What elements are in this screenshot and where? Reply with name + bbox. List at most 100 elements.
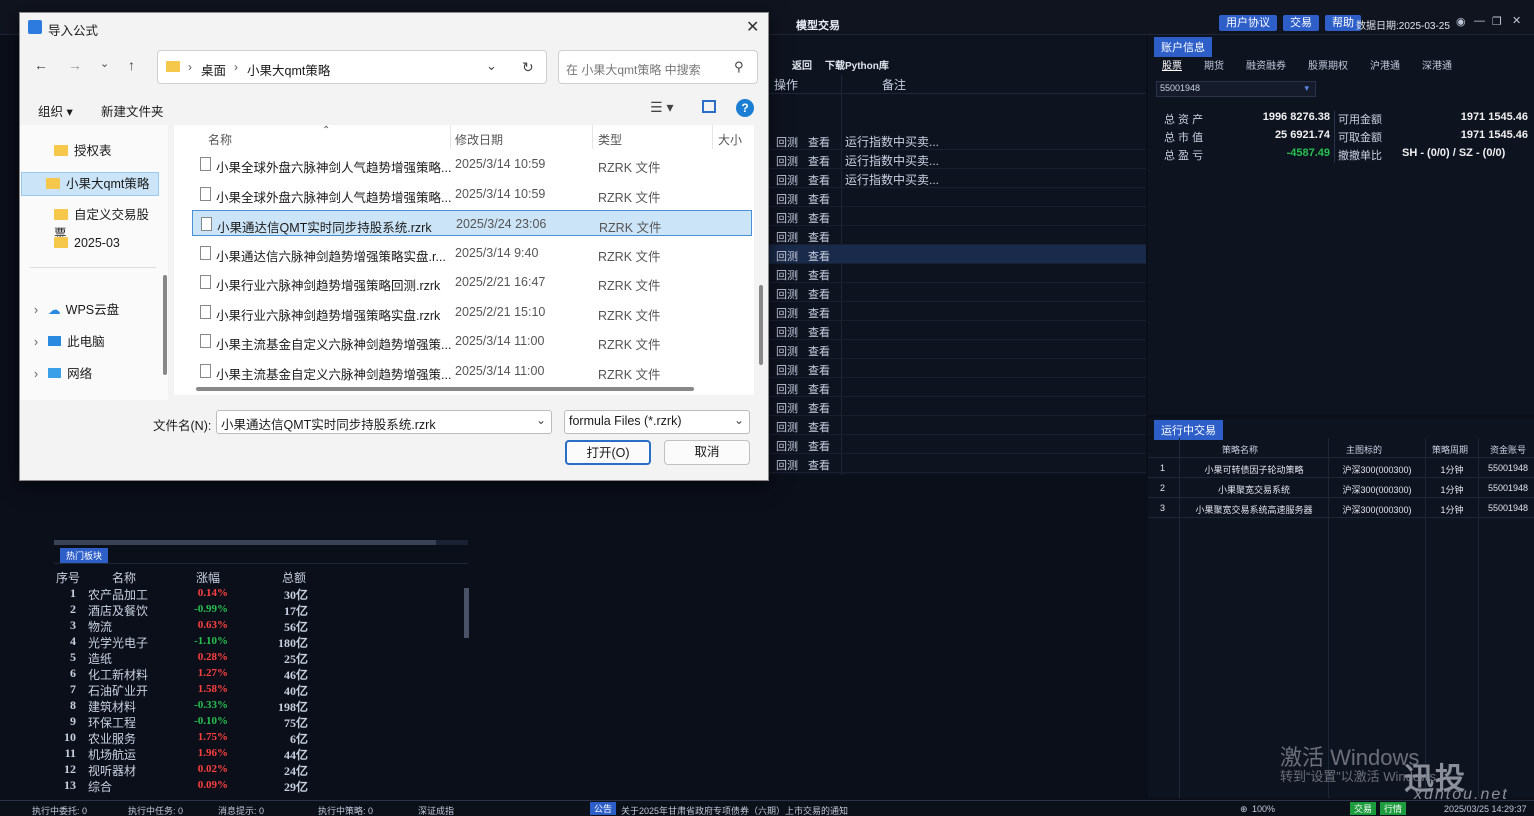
view-link[interactable]: 查看 bbox=[808, 286, 830, 302]
address-bar[interactable]: › 桌面 › 小果大qmt策略 ⌄ ↻ bbox=[157, 50, 547, 84]
hot-sector-row[interactable]: 10 农业服务 1.75% 6亿 bbox=[56, 730, 316, 746]
backtest-link[interactable]: 回测 bbox=[776, 324, 798, 340]
view-link[interactable]: 查看 bbox=[808, 438, 830, 454]
organize-menu[interactable]: 组织 ▾ bbox=[38, 101, 73, 120]
view-link[interactable]: 查看 bbox=[808, 343, 830, 359]
nav-this-pc[interactable]: › 此电脑 bbox=[30, 331, 160, 355]
subtab-options[interactable]: 股票期权 bbox=[1308, 57, 1348, 72]
view-link[interactable]: 查看 bbox=[808, 457, 830, 473]
col-name[interactable]: 名称 bbox=[208, 131, 232, 148]
hot-sector-row[interactable]: 13 综合 0.09% 29亿 bbox=[56, 778, 316, 794]
nav-2025-03[interactable]: 2025-03 bbox=[30, 236, 160, 260]
hot-sector-row[interactable]: 7 石油矿业开 1.58% 40亿 bbox=[56, 682, 316, 698]
backtest-link[interactable]: 回测 bbox=[776, 419, 798, 435]
backtest-link[interactable]: 回测 bbox=[776, 362, 798, 378]
cancel-button[interactable]: 取消 bbox=[664, 440, 750, 465]
view-link[interactable]: 查看 bbox=[808, 400, 830, 416]
account-select[interactable]: 55001948 ▾ bbox=[1156, 81, 1316, 97]
filename-field[interactable]: 小果通达信QMT实时同步持股系统.rzrk ⌄ bbox=[216, 410, 552, 434]
forward-arrow-icon[interactable]: → bbox=[68, 57, 82, 73]
backtest-link[interactable]: 回测 bbox=[776, 438, 798, 454]
help-icon[interactable]: ? bbox=[736, 99, 754, 117]
hot-sectors-tab[interactable]: 热门板块 bbox=[60, 548, 109, 563]
notice-text[interactable]: 关于2025年甘肃省政府专项债券（六期）上市交易的通知 bbox=[621, 804, 848, 816]
back-button[interactable]: 返回 bbox=[792, 57, 812, 72]
status-orders[interactable]: 执行中委托: 0 bbox=[32, 804, 87, 816]
close-icon[interactable]: ✕ bbox=[746, 17, 759, 37]
view-link[interactable]: 查看 bbox=[808, 229, 830, 245]
preview-pane-icon[interactable] bbox=[702, 100, 716, 113]
running-row[interactable]: 3 小果聚宽交易系统高速服务器 沪深300(000300) 1分钟 55001948 bbox=[1148, 498, 1534, 518]
hot-sector-row[interactable]: 12 视听器材 0.02% 24亿 bbox=[56, 762, 316, 778]
backtest-link[interactable]: 回测 bbox=[776, 191, 798, 207]
hot-sector-row[interactable]: 1 农产品加工 0.14% 30亿 bbox=[56, 586, 316, 602]
vertical-scrollbar[interactable] bbox=[464, 588, 469, 638]
view-link[interactable]: 查看 bbox=[808, 305, 830, 321]
nav-scrollbar[interactable] bbox=[163, 275, 167, 375]
backtest-link[interactable]: 回测 bbox=[776, 153, 798, 169]
backtest-link[interactable]: 回测 bbox=[776, 229, 798, 245]
subtab-margin[interactable]: 融资融券 bbox=[1246, 57, 1286, 72]
subtab-futures[interactable]: 期货 bbox=[1204, 57, 1224, 72]
recent-dropdown-icon[interactable]: ⌄ bbox=[100, 57, 109, 70]
back-arrow-icon[interactable]: ← bbox=[34, 57, 48, 73]
nav-network[interactable]: › 网络 bbox=[30, 363, 160, 387]
hot-sector-row[interactable]: 3 物流 0.63% 56亿 bbox=[56, 618, 316, 634]
backtest-link[interactable]: 回测 bbox=[776, 343, 798, 359]
running-row[interactable]: 1 小果可转债因子轮动策略 沪深300(000300) 1分钟 55001948 bbox=[1148, 458, 1534, 478]
file-row[interactable]: 小果主流基金自定义六脉神剑趋势增强策... 2025/3/14 11:00 RZRK… bbox=[192, 358, 752, 384]
status-tasks[interactable]: 执行中任务: 0 bbox=[128, 804, 183, 816]
view-link[interactable]: 查看 bbox=[808, 134, 830, 150]
file-row[interactable]: 小果行业六脉神剑趋势增强策略实盘.rzrk 2025/2/21 15:10 RZRK… bbox=[192, 299, 752, 325]
backtest-link[interactable]: 回测 bbox=[776, 305, 798, 321]
hot-sector-row[interactable]: 5 造纸 0.28% 25亿 bbox=[56, 650, 316, 666]
nav-wps-cloud[interactable]: › ☁ WPS云盘 bbox=[30, 299, 160, 323]
minimize-icon[interactable]: — bbox=[1474, 15, 1485, 27]
view-link[interactable]: 查看 bbox=[808, 419, 830, 435]
running-row[interactable]: 2 小果聚宽交易系统 沪深300(000300) 1分钟 55001948 bbox=[1148, 478, 1534, 498]
file-row[interactable]: 小果行业六脉神剑趋势增强策略回测.rzrk 2025/2/21 16:47 RZRK… bbox=[192, 269, 752, 295]
view-menu-icon[interactable]: ☰ ▾ bbox=[650, 99, 673, 116]
user-agreement-button[interactable]: 用户协议 bbox=[1219, 15, 1277, 31]
view-link[interactable]: 查看 bbox=[808, 153, 830, 169]
view-link[interactable]: 查看 bbox=[808, 172, 830, 188]
restore-icon[interactable]: ❐ bbox=[1492, 15, 1502, 28]
backtest-link[interactable]: 回测 bbox=[776, 400, 798, 416]
hot-sector-row[interactable]: 4 光学光电子 -1.10% 180亿 bbox=[56, 634, 316, 650]
hot-sector-row[interactable]: 6 化工新材料 1.27% 46亿 bbox=[56, 666, 316, 682]
hot-sector-row[interactable]: 2 酒店及餐饮 -0.99% 17亿 bbox=[56, 602, 316, 618]
backtest-link[interactable]: 回测 bbox=[776, 267, 798, 283]
file-hscrollbar[interactable] bbox=[196, 387, 694, 391]
view-link[interactable]: 查看 bbox=[808, 362, 830, 378]
status-quote-button[interactable]: 行情 bbox=[1380, 802, 1407, 815]
subtab-stock[interactable]: 股票 bbox=[1162, 57, 1182, 72]
nav-custom-stocks[interactable]: 自定义交易股票 bbox=[30, 204, 160, 241]
search-box[interactable]: 在 小果大qmt策略 中搜索 ⚲ bbox=[558, 50, 758, 84]
open-button[interactable]: 打开(O) bbox=[565, 440, 651, 465]
up-arrow-icon[interactable]: ↑ bbox=[128, 57, 135, 73]
shirt-icon[interactable]: ◉ bbox=[1456, 15, 1466, 28]
zoom-icon[interactable]: ⊕ bbox=[1240, 804, 1248, 815]
hot-sector-row[interactable]: 8 建筑材料 -0.33% 198亿 bbox=[56, 698, 316, 714]
subtab-hk-sz[interactable]: 深港通 bbox=[1422, 57, 1452, 72]
file-row[interactable]: 小果通达信QMT实时同步持股系统.rzrk 2025/3/24 23:06 RZRK… bbox=[192, 210, 752, 236]
status-messages[interactable]: 消息提示: 0 bbox=[218, 804, 264, 816]
file-type-filter[interactable]: formula Files (*.rzrk) ⌄ bbox=[564, 410, 750, 434]
backtest-link[interactable]: 回测 bbox=[776, 134, 798, 150]
backtest-link[interactable]: 回测 bbox=[776, 210, 798, 226]
view-link[interactable]: 查看 bbox=[808, 267, 830, 283]
view-link[interactable]: 查看 bbox=[808, 191, 830, 207]
view-link[interactable]: 查看 bbox=[808, 248, 830, 264]
new-folder-button[interactable]: 新建文件夹 bbox=[101, 101, 164, 120]
trade-button[interactable]: 交易 bbox=[1283, 15, 1319, 31]
file-row[interactable]: 小果通达信六脉神剑趋势增强策略实盘.r... 2025/3/14 9:40 RZRK… bbox=[192, 240, 752, 266]
file-vscrollbar[interactable] bbox=[759, 285, 763, 365]
view-link[interactable]: 查看 bbox=[808, 381, 830, 397]
col-type[interactable]: 类型 bbox=[598, 131, 622, 148]
backtest-link[interactable]: 回测 bbox=[776, 457, 798, 473]
download-python-button[interactable]: 下载Python库 bbox=[825, 57, 889, 72]
nav-current-folder[interactable]: 小果大qmt策略 bbox=[21, 172, 159, 196]
refresh-icon[interactable]: ↻ bbox=[522, 59, 534, 76]
col-size[interactable]: 大小 bbox=[718, 131, 742, 148]
hot-sector-row[interactable]: 11 机场航运 1.96% 44亿 bbox=[56, 746, 316, 762]
